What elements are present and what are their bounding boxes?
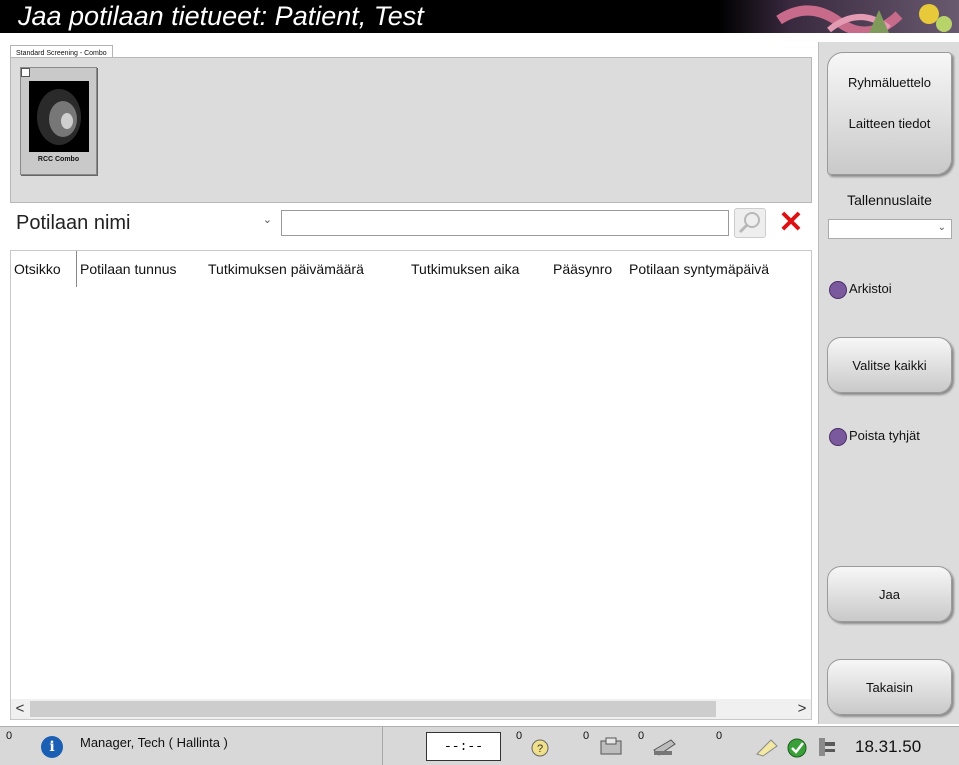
media-queue-icon[interactable] <box>598 736 624 758</box>
query-count: 0 <box>583 730 590 742</box>
clear-search-button[interactable]: ✕ <box>774 206 808 240</box>
group-device-button-group: Ryhmäluettelo Laitteen tiedot <box>827 52 952 175</box>
column-header-title[interactable]: Otsikko <box>11 251 61 287</box>
app-window: Jaa potilaan tietueet: Patient, Test Sta… <box>0 0 959 765</box>
print-count: 0 <box>716 730 723 742</box>
column-header-accession-number[interactable]: Pääsynro <box>550 251 612 287</box>
scrollbar-thumb[interactable] <box>30 701 716 717</box>
remove-empty-radio[interactable]: Poista tyhjät <box>829 426 920 446</box>
column-header-patient-id[interactable]: Potilaan tunnus <box>76 251 177 287</box>
column-header-birth-date[interactable]: Potilaan syntymäpäivä <box>626 251 769 287</box>
media-count: 0 <box>638 730 645 742</box>
flower-banner-icon <box>719 0 959 33</box>
alert-count: 0 <box>6 730 13 742</box>
share-button[interactable]: Jaa <box>827 566 952 622</box>
column-header-study-date[interactable]: Tutkimuksen päivämäärä <box>205 251 364 287</box>
procedure-tabs: Standard Screening - Combo <box>10 42 113 61</box>
mammogram-image <box>29 81 89 152</box>
timer-count: 0 <box>516 730 523 742</box>
thumbnail-checkbox[interactable] <box>21 68 30 77</box>
horizontal-scrollbar[interactable]: < > <box>11 699 811 719</box>
chevron-down-icon: ⌄ <box>262 214 272 226</box>
help-icon[interactable]: ? <box>527 736 553 758</box>
scroll-right-icon[interactable]: > <box>793 699 811 719</box>
search-icon <box>738 212 760 234</box>
user-segment: 0 i Manager, Tech ( Hallinta ) <box>0 727 383 765</box>
window-title: Jaa potilaan tietueet: Patient, Test <box>18 1 424 31</box>
printer-icon[interactable] <box>651 736 677 758</box>
search-row: Potilaan nimi ⌄ ✕ <box>10 206 812 242</box>
close-icon: ✕ <box>778 206 804 239</box>
thumbnail-label: RCC Combo <box>37 156 80 163</box>
search-field-dropdown[interactable]: Potilaan nimi ⌄ <box>13 209 278 237</box>
back-label: Takaisin <box>866 680 913 695</box>
remove-empty-label: Poista tyhjät <box>849 428 920 443</box>
right-panel: Ryhmäluettelo Laitteen tiedot Tallennusl… <box>818 42 959 724</box>
select-all-label: Valitse kaikki <box>852 358 927 373</box>
radio-indicator <box>829 427 847 446</box>
storage-device-label: Tallennuslaite <box>847 192 932 208</box>
share-label: Jaa <box>879 587 900 602</box>
storage-device-dropdown[interactable]: ⌄ <box>828 219 952 239</box>
table-header: Otsikko Potilaan tunnus Tutkimuksen päiv… <box>11 251 811 287</box>
check-status-icon[interactable] <box>785 736 811 758</box>
exposure-timer: --:-- <box>426 732 501 761</box>
device-info-button[interactable]: Laitteen tiedot <box>828 116 951 131</box>
rcc-combo-thumbnail[interactable]: RCC Combo <box>20 67 97 175</box>
system-clock: 18.31.50 <box>855 737 922 756</box>
column-header-study-time[interactable]: Tutkimuksen aika <box>408 251 519 287</box>
search-field-value: Potilaan nimi <box>16 212 131 234</box>
chevron-down-icon: ⌄ <box>937 222 946 233</box>
current-user: Manager, Tech ( Hallinta ) <box>80 735 228 750</box>
search-button[interactable] <box>734 208 766 238</box>
svg-text:?: ? <box>537 743 543 755</box>
thumbnail-panel: RCC Combo <box>10 57 812 203</box>
notes-icon[interactable] <box>753 736 779 758</box>
radio-indicator <box>829 280 847 299</box>
select-all-button[interactable]: Valitse kaikki <box>827 337 952 393</box>
status-bar: 0 i Manager, Tech ( Hallinta ) --:-- 0 ?… <box>0 726 959 765</box>
patient-table: Otsikko Potilaan tunnus Tutkimuksen päiv… <box>10 250 812 720</box>
archive-label: Arkistoi <box>849 281 892 296</box>
info-icon[interactable]: i <box>41 736 63 758</box>
back-button[interactable]: Takaisin <box>827 659 952 715</box>
group-list-button[interactable]: Ryhmäluettelo <box>828 75 951 90</box>
search-input[interactable] <box>281 210 729 236</box>
title-bar: Jaa potilaan tietueet: Patient, Test <box>0 0 959 33</box>
archive-radio[interactable]: Arkistoi <box>829 279 892 299</box>
gantry-icon[interactable] <box>813 736 839 758</box>
scroll-left-icon[interactable]: < <box>11 699 29 719</box>
